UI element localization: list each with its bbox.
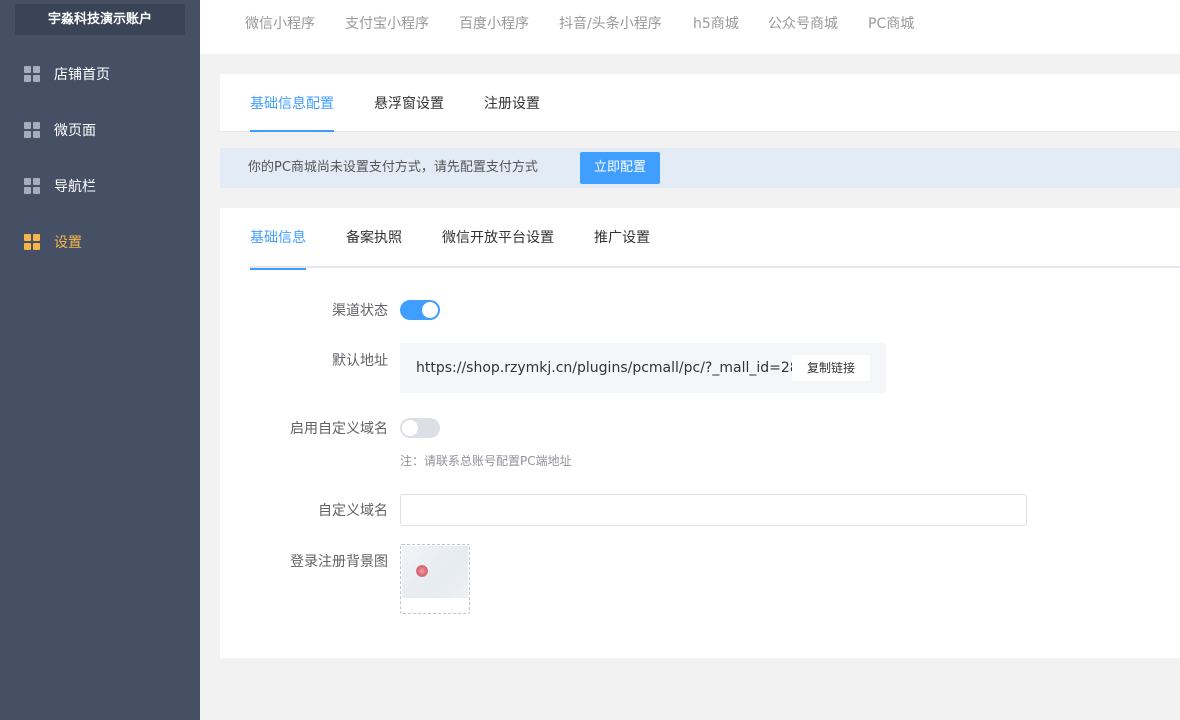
custom-domain-input[interactable]: [400, 494, 1027, 526]
tab-floating-window[interactable]: 悬浮窗设置: [374, 74, 444, 132]
sidebar-item-navbar[interactable]: 导航栏: [0, 166, 200, 206]
login-bg-uploader[interactable]: [400, 544, 470, 614]
settings-tabs: 基础信息配置 悬浮窗设置 注册设置: [220, 74, 1180, 132]
tab-official-account-mall[interactable]: 公众号商城: [768, 0, 838, 48]
sidebar-item-label: 微页面: [54, 123, 96, 139]
default-address-value: https://shop.rzymkj.cn/plugins/pcmall/pc…: [416, 360, 799, 376]
sidebar-item-store-home[interactable]: 店铺首页: [0, 54, 200, 94]
custom-domain-note: 注：请联系总账号配置PC端地址: [400, 454, 572, 468]
account-name[interactable]: 宇淼科技演示账户: [15, 4, 185, 35]
tab-wechat-open-platform[interactable]: 微信开放平台设置: [442, 208, 554, 268]
sidebar: 宇淼科技演示账户 店铺首页 微页面 导航栏 设置: [0, 0, 200, 720]
notice-text: 你的PC商城尚未设置支付方式，请先配置支付方式: [248, 160, 538, 175]
basic-info-form: 基础信息 备案执照 微信开放平台设置 推广设置 渠道状态 默认地址 https:…: [220, 208, 1180, 658]
copy-link-button[interactable]: 复制链接: [792, 355, 870, 381]
tab-h5-mall[interactable]: h5商城: [693, 0, 739, 48]
default-address-box: https://shop.rzymkj.cn/plugins/pcmall/pc…: [400, 343, 886, 393]
login-bg-thumbnail: [402, 546, 468, 598]
sidebar-item-label: 导航栏: [54, 179, 96, 195]
tab-register-settings[interactable]: 注册设置: [484, 74, 540, 132]
channel-tabs: 微信小程序 支付宝小程序 百度小程序 抖音/头条小程序 h5商城 公众号商城 P…: [200, 0, 1180, 54]
grid-icon: [24, 66, 40, 82]
form-tabs: 基础信息 备案执照 微信开放平台设置 推广设置: [250, 208, 1180, 270]
grid-icon: [24, 234, 40, 250]
grid-icon: [24, 122, 40, 138]
tab-filing-license[interactable]: 备案执照: [346, 208, 402, 268]
login-bg-label: 登录注册背景图: [290, 554, 388, 570]
sidebar-item-micro-page[interactable]: 微页面: [0, 110, 200, 150]
tab-basic-config[interactable]: 基础信息配置: [250, 74, 334, 132]
flower-image: [416, 565, 428, 577]
custom-domain-toggle-label: 启用自定义域名: [290, 421, 388, 437]
tab-pc-mall[interactable]: PC商城: [868, 0, 914, 48]
channel-status-switch[interactable]: [400, 300, 440, 320]
custom-domain-switch[interactable]: [400, 418, 440, 438]
tab-basic-info[interactable]: 基础信息: [250, 208, 306, 270]
configure-now-button[interactable]: 立即配置: [580, 152, 660, 184]
tab-wechat-miniprogram[interactable]: 微信小程序: [245, 0, 315, 48]
tab-promotion-settings[interactable]: 推广设置: [594, 208, 650, 268]
payment-notice: 你的PC商城尚未设置支付方式，请先配置支付方式 立即配置: [220, 148, 1180, 188]
grid-icon: [24, 178, 40, 194]
sidebar-item-settings[interactable]: 设置: [0, 222, 200, 262]
tab-alipay-miniprogram[interactable]: 支付宝小程序: [345, 0, 429, 48]
sidebar-item-label: 设置: [54, 235, 82, 251]
tab-baidu-miniprogram[interactable]: 百度小程序: [459, 0, 529, 48]
tab-douyin-miniprogram[interactable]: 抖音/头条小程序: [559, 0, 662, 48]
default-address-label: 默认地址: [332, 353, 388, 369]
channel-status-label: 渠道状态: [332, 303, 388, 319]
custom-domain-label: 自定义域名: [318, 503, 388, 519]
sidebar-item-label: 店铺首页: [54, 67, 110, 83]
